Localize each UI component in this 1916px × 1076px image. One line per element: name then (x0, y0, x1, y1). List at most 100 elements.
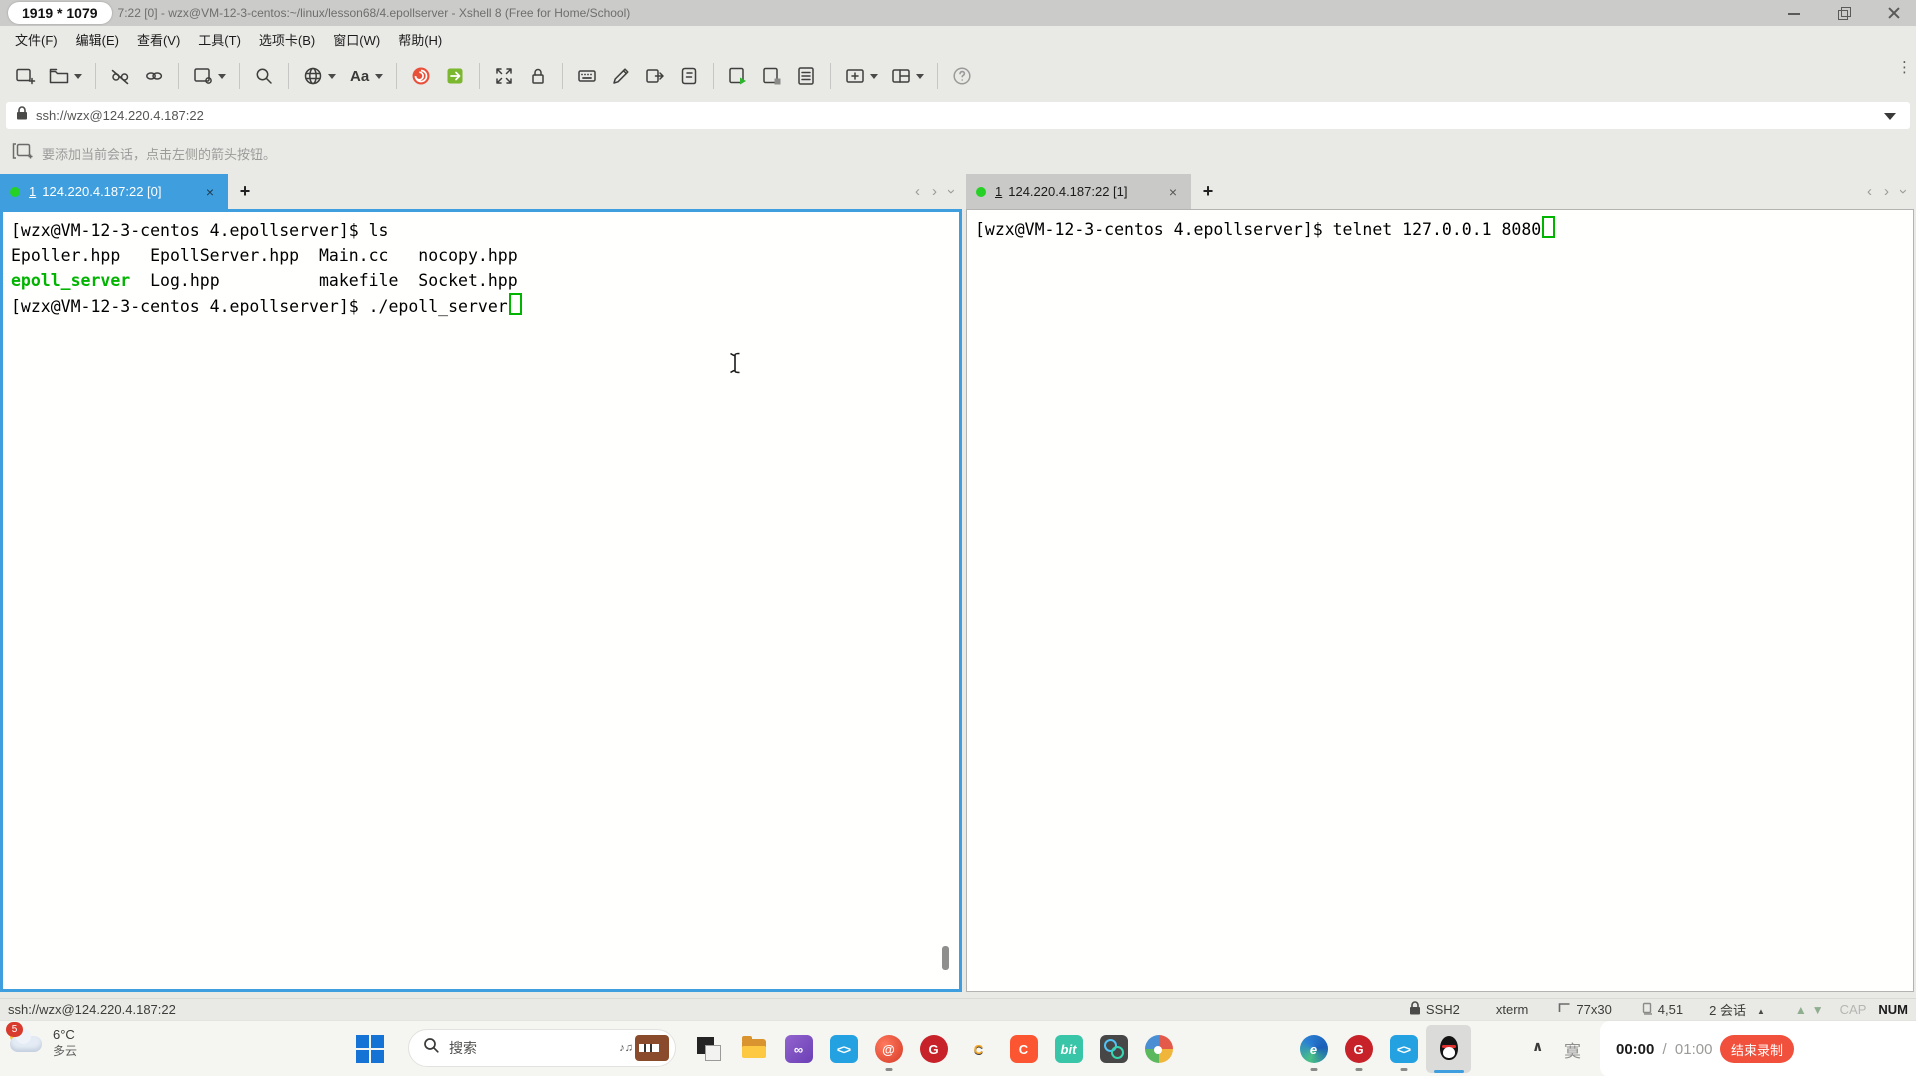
search-highlight-piano-image[interactable] (635, 1035, 669, 1061)
session-properties-button[interactable] (188, 61, 230, 91)
tab-label: 124.220.4.187:22 [1] (1008, 184, 1127, 199)
menu-item-4[interactable]: 工具(T) (189, 27, 250, 52)
send-text-icon (644, 65, 666, 87)
split-pane-button[interactable] (886, 61, 928, 91)
help-button[interactable] (947, 61, 977, 91)
status-right: SSH2 xterm 77x30 4,51 2 会话 CAP NUM (1409, 1000, 1908, 1019)
session-count[interactable]: 2 会话 (1709, 1000, 1765, 1019)
taskbar-app-vscode-2[interactable]: <> (1381, 1025, 1426, 1073)
tab-scroll-right-icon[interactable] (932, 184, 937, 199)
encoding-dropdown-icon[interactable] (328, 74, 336, 79)
full-screen-button[interactable] (489, 61, 519, 91)
start-button[interactable] (356, 1035, 384, 1063)
menu-item-7[interactable]: 帮助(H) (389, 27, 451, 52)
compose-bar-button[interactable] (606, 61, 636, 91)
close-icon[interactable] (1886, 5, 1902, 21)
toolbar-separator (396, 63, 397, 89)
taskbar-search[interactable]: 搜索 (408, 1029, 676, 1067)
send-text-button[interactable] (640, 61, 670, 91)
taskbar-app-bit-app[interactable]: bit (1046, 1025, 1091, 1073)
scrollbar-thumb[interactable] (942, 946, 949, 970)
scroll-arrows (1795, 1003, 1824, 1017)
window-title: 7:22 [0] - wzx@VM-12-3-centos:~/linux/le… (118, 6, 631, 20)
run-script-button[interactable] (723, 61, 753, 91)
tab-scroll-right-icon[interactable] (1884, 184, 1889, 199)
split-pane-dropdown-icon[interactable] (916, 74, 924, 79)
terminal-pane-right[interactable]: [wzx@VM-12-3-centos 4.epollserver]$ teln… (966, 209, 1914, 992)
font-dropdown-icon[interactable] (375, 74, 383, 79)
new-terminal-button[interactable] (840, 61, 882, 91)
taskbar-app-gitee[interactable]: G (911, 1025, 956, 1073)
encoding-button[interactable] (298, 61, 340, 91)
taskbar-app-edge[interactable]: e (1291, 1025, 1336, 1073)
xagent-button[interactable] (406, 61, 436, 91)
scroll-down-icon[interactable] (1812, 1003, 1824, 1017)
stop-script-button[interactable] (757, 61, 787, 91)
toolbar-separator (713, 63, 714, 89)
open-sessions-button[interactable] (44, 61, 86, 91)
taskbar-app-qq[interactable] (1426, 1025, 1471, 1073)
toolbar-overflow-icon[interactable] (1897, 58, 1912, 76)
scroll-up-icon[interactable] (1795, 1003, 1807, 1017)
taskbar-app-xshell[interactable]: @ (866, 1025, 911, 1073)
tab-scroll-left-icon[interactable] (1867, 184, 1872, 199)
stop-recording-button[interactable]: 结束录制 (1720, 1035, 1794, 1063)
sessions-dropdown-icon[interactable] (1751, 1002, 1765, 1017)
tab-close-icon[interactable] (1165, 184, 1181, 200)
tab-list-dropdown-icon[interactable] (1896, 189, 1911, 194)
address-input[interactable]: ssh://wzx@124.220.4.187:22 (6, 102, 1910, 129)
taskbar-app-palette-app[interactable] (1136, 1025, 1181, 1073)
new-session-button[interactable] (10, 61, 40, 91)
taskbar-app-vscode[interactable]: <> (821, 1025, 866, 1073)
tab-scroll-left-icon[interactable] (915, 184, 920, 199)
hidden-icons-chevron[interactable] (1532, 1038, 1543, 1055)
new-tab-button[interactable] (232, 174, 258, 209)
restore-icon[interactable] (1836, 5, 1852, 21)
tab-session-0[interactable]: 1 124.220.4.187:22 [0] (0, 174, 228, 209)
toolbar-separator (288, 63, 289, 89)
menu-item-6[interactable]: 窗口(W) (324, 27, 389, 52)
taskbar-app-file-explorer[interactable] (731, 1025, 776, 1073)
connected-dot-icon (10, 187, 20, 197)
terminal-pane-left[interactable]: [wzx@VM-12-3-centos 4.epollserver]$ lsEp… (0, 209, 962, 992)
session-log-button[interactable] (791, 61, 821, 91)
taskbar-app-leetcode[interactable]: C (956, 1025, 1001, 1073)
weather-widget[interactable]: 5 6°C 多云 (8, 1026, 77, 1060)
toolbar-separator (178, 63, 179, 89)
menu-item-5[interactable]: 选项卡(B) (250, 27, 324, 52)
address-dropdown-icon[interactable] (1884, 113, 1896, 120)
split-pane-icon (890, 65, 912, 87)
tab-close-icon[interactable] (202, 184, 218, 200)
file-transfer-button[interactable] (440, 61, 470, 91)
open-sessions-dropdown-icon[interactable] (74, 74, 82, 79)
script-button[interactable] (674, 61, 704, 91)
session-properties-dropdown-icon[interactable] (218, 74, 226, 79)
taskbar-app-csdn[interactable]: C (1001, 1025, 1046, 1073)
menu-item-3[interactable]: 查看(V) (128, 27, 189, 52)
add-session-icon[interactable] (12, 142, 34, 165)
taskbar-app-visual-studio[interactable]: ∞ (776, 1025, 821, 1073)
taskbar-app-gitee-2[interactable]: G (1336, 1025, 1381, 1073)
menu-item-2[interactable]: 编辑(E) (67, 27, 128, 52)
tray-ime-icon[interactable]: 寞 (1564, 1037, 1581, 1062)
palette-app-icon (1145, 1035, 1173, 1063)
minimize-icon[interactable] (1786, 5, 1802, 21)
disconnect-button[interactable] (105, 61, 135, 91)
lock-screen-button[interactable] (523, 61, 553, 91)
virtual-keyboard-button[interactable] (572, 61, 602, 91)
tab-list-dropdown-icon[interactable] (944, 189, 959, 194)
new-tab-button[interactable] (1195, 174, 1221, 209)
taskbar-app-dark-layers[interactable] (686, 1025, 731, 1073)
toolbar: Aa (0, 52, 1916, 100)
reconnect-button[interactable] (139, 61, 169, 91)
new-terminal-dropdown-icon[interactable] (870, 74, 878, 79)
terminal-cursor (509, 293, 522, 315)
tab-session-1[interactable]: 1 124.220.4.187:22 [1] (966, 174, 1191, 209)
find-button[interactable] (249, 61, 279, 91)
taskbar: 5 6°C 多云 搜索 ∞<>@GCCbiteG<> 寞 00:00 / 01:… (0, 1020, 1916, 1076)
taskbar-app-rings-app[interactable] (1091, 1025, 1136, 1073)
menu-item-1[interactable]: 文件(F) (6, 27, 67, 52)
vscode-icon: <> (830, 1035, 858, 1063)
toolbar-separator (479, 63, 480, 89)
font-button[interactable]: Aa (344, 64, 387, 89)
